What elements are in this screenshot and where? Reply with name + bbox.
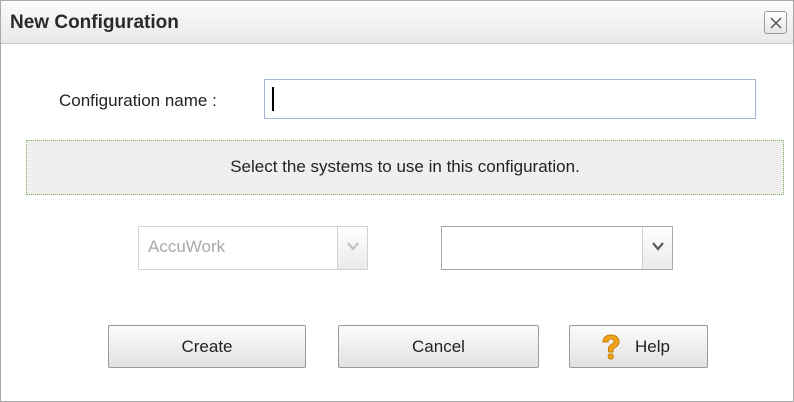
cancel-button-label: Cancel xyxy=(412,337,465,356)
configuration-name-label: Configuration name : xyxy=(59,91,217,110)
systems-info-box: Select the systems to use in this config… xyxy=(26,140,784,195)
help-button-label: Help xyxy=(635,337,670,356)
close-icon xyxy=(770,17,782,29)
help-button[interactable]: Help xyxy=(569,325,708,368)
dialog-titlebar[interactable]: New Configuration xyxy=(1,1,793,44)
configuration-name-input[interactable] xyxy=(264,79,756,119)
cancel-button[interactable]: Cancel xyxy=(338,325,539,368)
chevron-down-icon xyxy=(652,242,664,251)
first-system-select-value: AccuWork xyxy=(148,237,226,256)
text-caret xyxy=(272,87,274,111)
second-system-dropdown-arrow[interactable] xyxy=(642,227,672,269)
chevron-down-icon xyxy=(347,242,359,251)
create-button[interactable]: Create xyxy=(108,325,306,368)
first-system-select[interactable]: AccuWork xyxy=(138,226,368,270)
second-system-select[interactable] xyxy=(441,226,673,270)
new-configuration-dialog: New Configuration Configuration name : S… xyxy=(0,0,794,402)
question-icon xyxy=(602,334,620,360)
systems-info-text: Select the systems to use in this config… xyxy=(230,157,580,176)
create-button-label: Create xyxy=(181,337,233,356)
close-button[interactable] xyxy=(764,11,787,34)
first-system-dropdown-arrow[interactable] xyxy=(337,227,367,269)
dialog-title: New Configuration xyxy=(10,12,179,33)
